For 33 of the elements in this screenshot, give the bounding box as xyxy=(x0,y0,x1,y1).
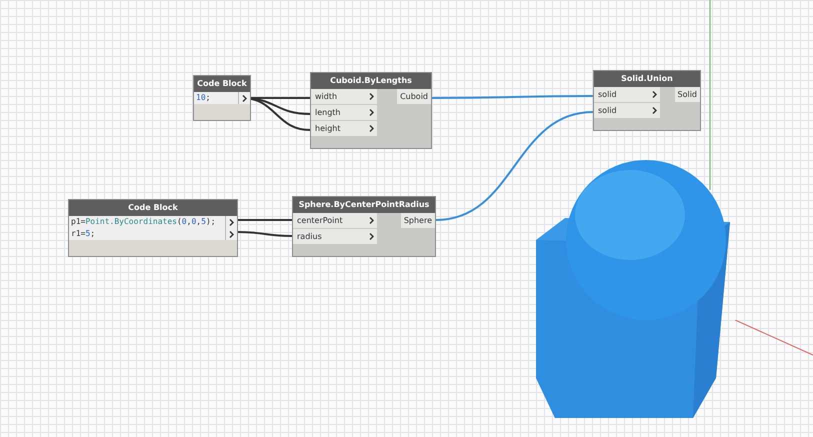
node-title: Cuboid.ByLengths xyxy=(311,73,431,89)
node-panel[interactable]: Code Block p1=Point.ByCoordinates(0,0,5); r1=5; xyxy=(68,199,238,257)
chevron-icon xyxy=(369,93,374,100)
chevron-icon xyxy=(369,109,374,116)
chevron-icon xyxy=(369,125,374,132)
node-title: Code Block xyxy=(194,76,250,92)
output-port[interactable]: Sphere xyxy=(400,213,435,228)
chevron-icon xyxy=(652,91,657,98)
node-title: Code Block xyxy=(69,200,237,216)
input-port[interactable]: width xyxy=(311,89,377,104)
node-panel[interactable]: Code Block 10; xyxy=(193,75,251,121)
input-port[interactable]: radius xyxy=(293,229,377,244)
chevron-icon xyxy=(652,107,657,114)
chevron-icon xyxy=(369,217,374,224)
output-port[interactable] xyxy=(225,216,237,228)
output-port[interactable] xyxy=(225,228,237,240)
output-port[interactable]: Cuboid xyxy=(397,89,431,104)
input-port[interactable]: height xyxy=(311,121,377,136)
input-port[interactable]: centerPoint xyxy=(293,213,377,228)
output-port[interactable]: Solid xyxy=(674,87,700,102)
wire xyxy=(238,219,292,221)
node-panel[interactable]: Sphere.ByCenterPointRadius centerPoint radius Sphere xyxy=(292,196,436,257)
input-port[interactable]: length xyxy=(311,105,377,120)
input-port[interactable]: solid xyxy=(594,87,660,102)
node-panel[interactable]: Solid.Union solid solid Solid xyxy=(593,70,701,131)
node-title: Solid.Union xyxy=(594,71,700,87)
node-title: Sphere.ByCenterPointRadius xyxy=(293,197,435,213)
input-port[interactable]: solid xyxy=(594,103,660,118)
node-panel[interactable]: Cuboid.ByLengths width length height Cuboid xyxy=(310,72,432,149)
wire xyxy=(238,231,292,237)
chevron-icon xyxy=(242,94,247,102)
output-port[interactable] xyxy=(238,92,250,104)
chevron-icon xyxy=(369,233,374,240)
